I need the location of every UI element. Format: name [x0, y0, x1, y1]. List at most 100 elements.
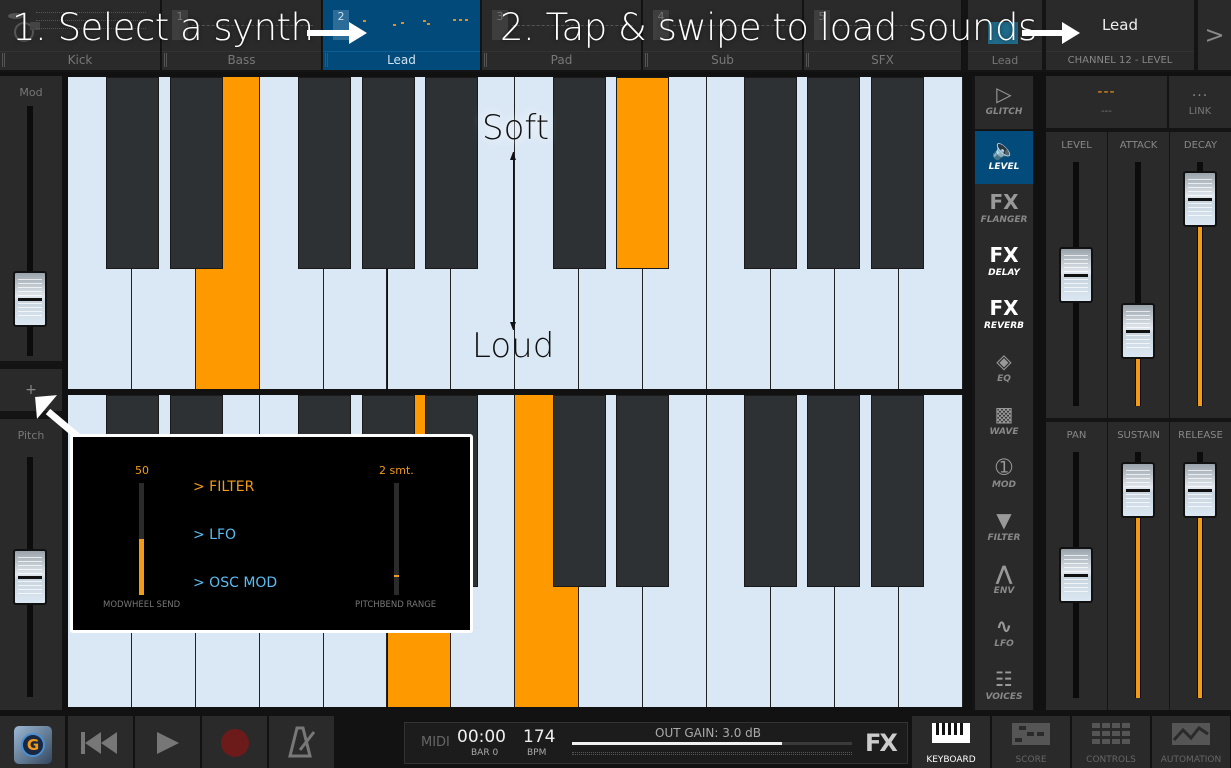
voices-icon: ☷ — [995, 667, 1013, 691]
upper-black-key[interactable] — [298, 77, 351, 269]
nav-glitch[interactable]: ▷ GLITCH — [975, 76, 1033, 129]
view-controls[interactable]: CONTROLS — [1072, 716, 1150, 768]
pitchbend-range-marker — [394, 575, 399, 578]
track-label: Bass — [162, 51, 321, 68]
wheel-settings-popup: 50 MODWHEEL SEND > FILTER > LFO > OSC MO… — [70, 434, 473, 633]
nav-voices[interactable]: ☷ VOICES — [975, 661, 1033, 714]
mod-target-filter[interactable]: > FILTER — [193, 479, 254, 495]
param-attack: ATTACK — [1108, 132, 1169, 418]
param-fader-handle[interactable] — [1121, 461, 1155, 518]
upper-black-key[interactable] — [362, 77, 415, 269]
nav-reverb[interactable]: FX REVERB — [975, 290, 1033, 343]
nav-label: MOD — [991, 480, 1017, 490]
nav-label: FILTER — [987, 533, 1021, 543]
instrument-tab-label: Lead — [968, 51, 1042, 68]
upper-black-key[interactable] — [106, 77, 159, 269]
view-score[interactable]: SCORE — [992, 716, 1070, 768]
funnel-icon: ▼ — [996, 508, 1012, 532]
nav-mod[interactable]: ➀ MOD — [975, 449, 1033, 502]
mod-target-osc-mod[interactable]: > OSC MOD — [193, 575, 277, 591]
play-button[interactable] — [135, 716, 201, 768]
param-level: LEVEL — [1046, 132, 1107, 418]
annotation-step2: 2. Tap & swipe to load sounds — [500, 6, 1037, 49]
mod-label: Mod — [19, 86, 43, 99]
out-gain-label: OUT GAIN: 3.0 dB — [655, 726, 762, 740]
param-sub: --- — [1101, 106, 1112, 117]
annotation-step1: 1. Select a synth — [12, 6, 314, 49]
view-keyboard[interactable]: KEYBOARD — [912, 716, 990, 768]
pitch-wheel-strip: Pitch — [0, 419, 62, 710]
track-label: Lead — [323, 51, 480, 68]
modwheel-send-slider[interactable] — [139, 483, 144, 595]
pitch-wheel-handle[interactable] — [13, 549, 47, 605]
track-label: Kick — [0, 51, 160, 68]
bar-readout: BAR 0 — [471, 748, 499, 758]
metronome-button[interactable] — [269, 716, 335, 768]
upper-black-key[interactable] — [807, 77, 860, 269]
lower-black-key[interactable] — [744, 395, 797, 587]
automation-icon — [1172, 723, 1210, 745]
view-automation[interactable]: AUTOMATION — [1152, 716, 1230, 768]
upper-black-key[interactable] — [553, 77, 606, 269]
bpm-readout[interactable]: 174 — [523, 727, 555, 747]
nav-env[interactable]: ⋀ ENV — [975, 555, 1033, 608]
nav-label: GLITCH — [985, 107, 1023, 117]
pitchbend-range-caption: PITCHBEND RANGE — [355, 600, 437, 610]
param-fader-handle[interactable] — [1183, 461, 1217, 518]
upper-black-key[interactable] — [170, 77, 223, 269]
midi-indicator[interactable]: MIDI — [421, 735, 450, 750]
next-preset-button[interactable]: > — [1198, 0, 1231, 70]
pitchbend-range-value: 2 smt. — [379, 464, 414, 477]
out-gain-fill — [572, 742, 782, 745]
upper-black-key[interactable] — [871, 77, 924, 269]
track-label: SFX — [804, 51, 961, 68]
link-button[interactable]: ... LINK — [1169, 76, 1231, 128]
nav-delay[interactable]: FX DELAY — [975, 237, 1033, 290]
nav-wave[interactable]: ▩ WAVE — [975, 396, 1033, 449]
master-fx-button[interactable]: FX — [865, 729, 898, 757]
lower-black-key[interactable] — [871, 395, 924, 587]
upper-black-key[interactable] — [744, 77, 797, 269]
modwheel-send-value: 50 — [135, 464, 149, 477]
lower-black-key[interactable] — [553, 395, 606, 587]
param-fader-handle[interactable] — [1183, 171, 1217, 228]
upper-black-key[interactable] — [425, 77, 478, 269]
rewind-button[interactable] — [68, 716, 134, 768]
pitchbend-range-slider[interactable] — [394, 483, 399, 595]
param-fader-handle[interactable] — [1059, 547, 1093, 603]
mod-target-lfo[interactable]: > LFO — [193, 527, 236, 543]
nav-filter[interactable]: ▼ FILTER — [975, 502, 1033, 555]
fx-icon: FX — [989, 190, 1019, 214]
bpm-label: BPM — [527, 748, 547, 758]
param-fader-handle[interactable] — [1059, 246, 1093, 303]
record-button[interactable] — [202, 716, 268, 768]
param-fader-handle[interactable] — [1121, 303, 1155, 359]
transport-bar: G MIDI 00:00 BAR 0 174 BPM OUT GAIN: 3.0… — [0, 710, 1231, 768]
app-logo: G — [14, 726, 52, 764]
nav-lfo[interactable]: ∿ LFO — [975, 608, 1033, 661]
param-fader-fill — [1198, 511, 1202, 698]
track-label: Pad — [482, 51, 641, 68]
score-icon — [1012, 723, 1050, 745]
app-menu-button[interactable]: G — [0, 716, 66, 768]
lower-black-key[interactable] — [807, 395, 860, 587]
nav-label: DELAY — [988, 268, 1020, 278]
pitch-label: Pitch — [17, 429, 45, 442]
nav-flanger[interactable]: FX FLANGER — [975, 184, 1033, 237]
velocity-arrow-icon — [510, 152, 516, 330]
mod-wheel-handle[interactable] — [13, 270, 47, 327]
lower-black-key[interactable] — [616, 395, 669, 587]
fx-icon: FX — [989, 243, 1019, 267]
time-readout: 00:00 — [457, 727, 506, 747]
fx-icon: FX — [989, 296, 1019, 320]
nav-eq[interactable]: ◈ EQ — [975, 343, 1033, 396]
preset-channel: CHANNEL 12 - LEVEL — [1046, 51, 1194, 68]
mod-icon: ➀ — [995, 455, 1013, 479]
instrument-section-nav: ▷ GLITCH 🔈 LEVEL FX FLANGER FX DELAY FX … — [972, 76, 1034, 714]
mod-wheel-strip: Mod — [0, 76, 62, 361]
out-gain-slider[interactable] — [572, 742, 852, 745]
output-meter — [572, 752, 852, 755]
piano-icon — [932, 723, 970, 743]
nav-level[interactable]: 🔈 LEVEL — [975, 131, 1033, 184]
upper-black-key[interactable] — [616, 77, 669, 269]
